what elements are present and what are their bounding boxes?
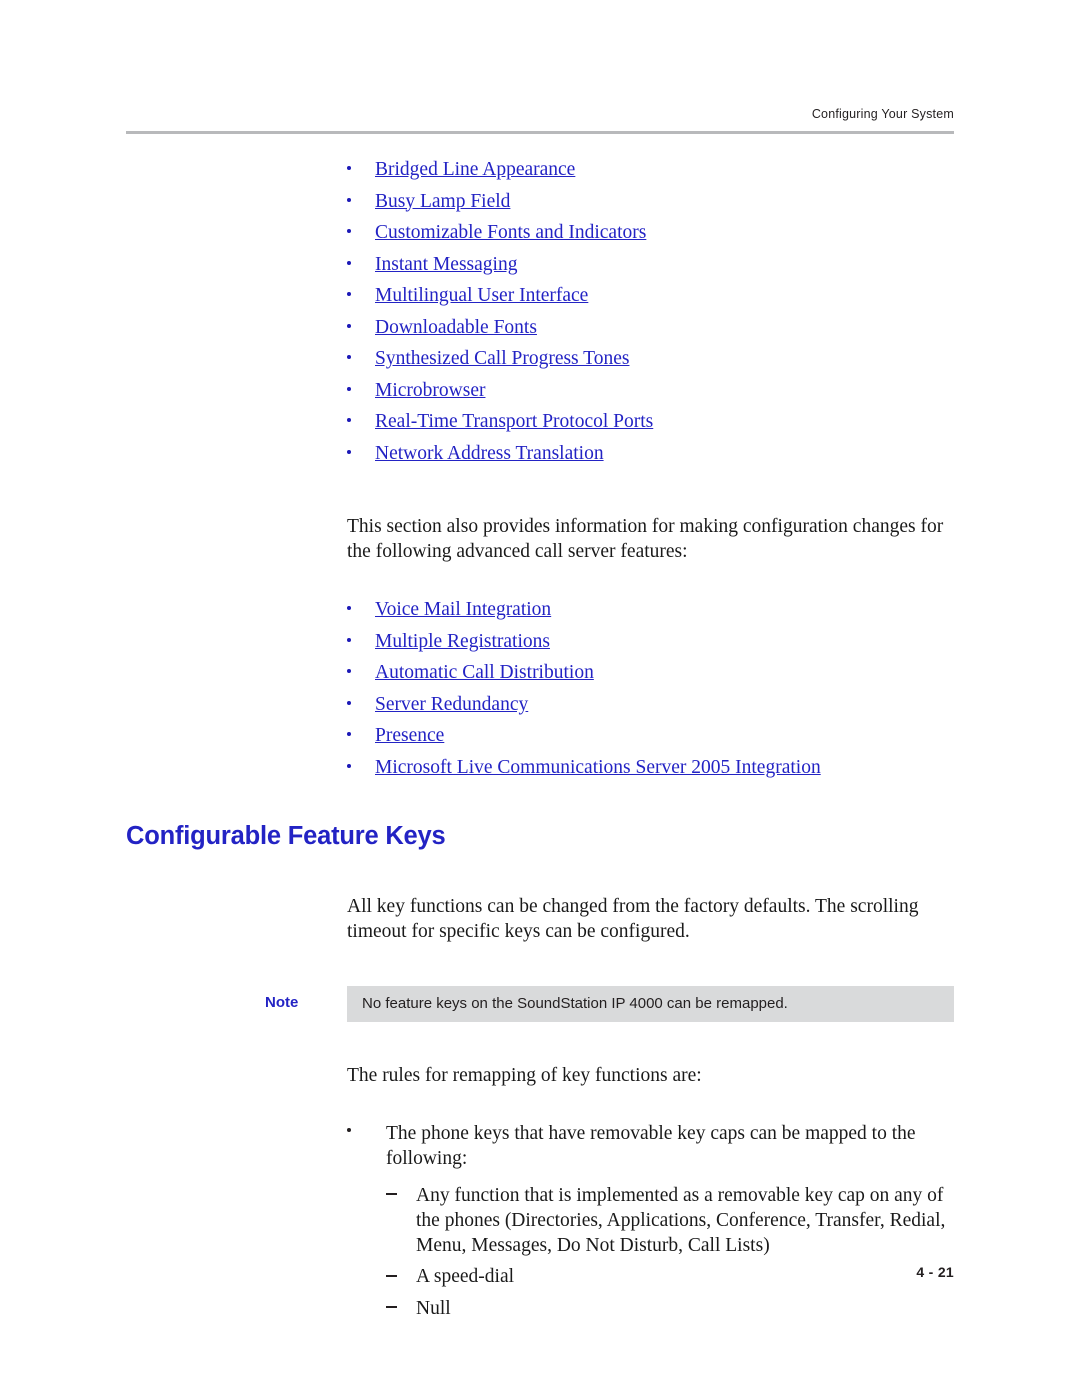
list-item: Bridged Line Appearance [126,160,954,180]
bullet-icon [347,637,351,642]
sub-rule-text: A speed-dial [416,1266,515,1288]
list-item: Any function that is implemented as a re… [126,1183,954,1258]
list-item: Customizable Fonts and Indicators [126,223,954,243]
page-title: Configurable Feature Keys [126,822,446,851]
list-item: Instant Messaging [126,254,954,275]
link-bridged-line-appearance[interactable]: Bridged Line Appearance [375,160,575,180]
running-head: Configuring Your System [811,107,954,121]
link-presence[interactable]: Presence [375,726,444,746]
bullet-icon [347,732,351,737]
page-content: Bridged Line Appearance Busy Lamp Field … [126,160,954,1327]
feature-link-list: Bridged Line Appearance Busy Lamp Field … [126,160,954,464]
list-item: Busy Lamp Field [126,191,954,212]
list-item: Real-Time Transport Protocol Ports [126,412,954,432]
list-item: Network Address Translation [126,443,954,464]
intro-paragraph: This section also provides information f… [347,515,944,562]
link-multilingual-user-interface[interactable]: Multilingual User Interface [375,286,588,306]
bullet-icon [347,418,351,423]
list-item: Synthesized Call Progress Tones [126,349,954,369]
bullet-icon [347,1128,351,1133]
list-item: Server Redundancy [126,695,954,715]
link-busy-lamp-field[interactable]: Busy Lamp Field [375,191,510,212]
note-text: No feature keys on the SoundStation IP 4… [362,994,788,1012]
link-instant-messaging[interactable]: Instant Messaging [375,254,517,275]
document-page: Configuring Your System Bridged Line App… [0,0,1080,1397]
bullet-icon [347,197,351,202]
dash-icon [386,1274,397,1277]
list-item: Multilingual User Interface [126,286,954,306]
dash-icon [386,1193,397,1196]
note-label: Note [265,993,299,1011]
link-downloadable-fonts[interactable]: Downloadable Fonts [375,317,537,338]
rules-intro-paragraph: The rules for remapping of key functions… [347,1065,702,1087]
list-item: Downloadable Fonts [126,317,954,338]
bullet-icon [347,606,351,611]
rules-list: The phone keys that have removable key c… [126,1121,954,1171]
list-item: Null [126,1296,954,1321]
list-item: A speed-dial [126,1264,954,1289]
link-microsoft-live-communications-server-2005-integration[interactable]: Microsoft Live Communications Server 200… [375,758,821,778]
link-server-redundancy[interactable]: Server Redundancy [375,695,528,715]
link-network-address-translation[interactable]: Network Address Translation [375,443,604,464]
link-microbrowser[interactable]: Microbrowser [375,380,485,401]
bullet-icon [347,386,351,391]
note-box: No feature keys on the SoundStation IP 4… [347,985,954,1022]
section-body-paragraph: All key functions can be changed from th… [347,895,919,942]
header-divider [126,131,954,134]
link-customizable-fonts-and-indicators[interactable]: Customizable Fonts and Indicators [375,223,646,243]
bullet-icon [347,449,351,454]
sub-rules-list: Any function that is implemented as a re… [126,1183,954,1321]
list-item: Multiple Registrations [126,632,954,652]
bullet-icon [347,355,351,360]
link-automatic-call-distribution[interactable]: Automatic Call Distribution [375,663,594,683]
advanced-link-list: Voice Mail Integration Multiple Registra… [126,600,954,778]
bullet-icon [347,669,351,674]
list-item: The phone keys that have removable key c… [126,1121,954,1171]
list-item: Voice Mail Integration [126,600,954,620]
list-item: Presence [126,726,954,746]
bullet-icon [347,700,351,705]
list-item: Microsoft Live Communications Server 200… [126,758,954,778]
page-number: 4 - 21 [916,1264,954,1280]
bullet-icon [347,323,351,328]
bullet-icon [347,229,351,234]
link-multiple-registrations[interactable]: Multiple Registrations [375,632,550,652]
link-synthesized-call-progress-tones[interactable]: Synthesized Call Progress Tones [375,349,629,369]
sub-rule-text: Any function that is implemented as a re… [416,1184,946,1257]
dash-icon [386,1305,397,1308]
link-real-time-transport-protocol-ports[interactable]: Real-Time Transport Protocol Ports [375,412,653,432]
bullet-icon [347,260,351,265]
bullet-icon [347,292,351,297]
bullet-icon [347,166,351,171]
link-voice-mail-integration[interactable]: Voice Mail Integration [375,600,551,620]
sub-rule-text: Null [416,1297,451,1319]
list-item: Microbrowser [126,380,954,401]
bullet-icon [347,763,351,768]
note-block: Note No feature keys on the SoundStation… [126,985,954,1022]
list-item: Automatic Call Distribution [126,663,954,683]
rule-text: The phone keys that have removable key c… [386,1122,916,1169]
